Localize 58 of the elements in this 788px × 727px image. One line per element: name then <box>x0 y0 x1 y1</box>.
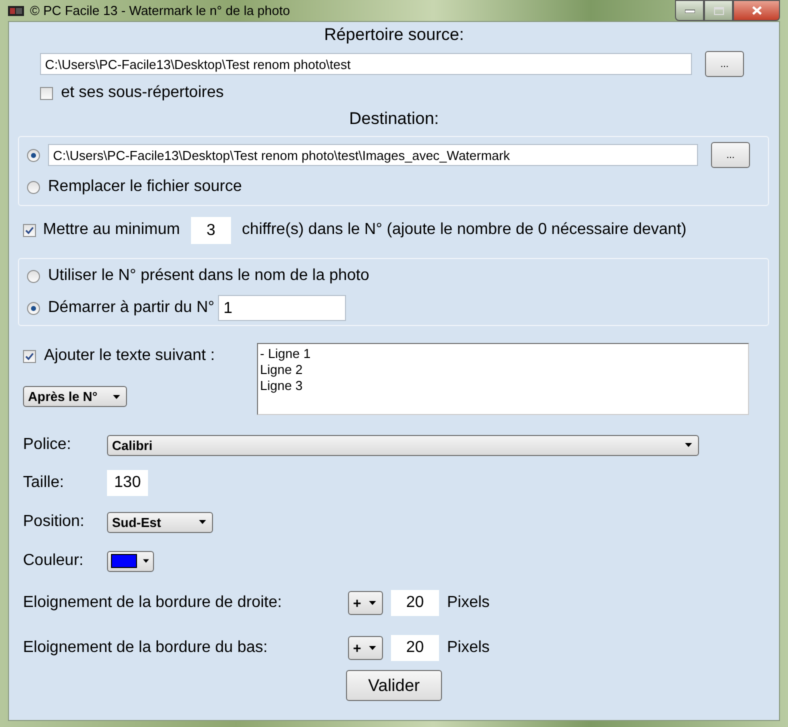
section-heading: Répertoire source: <box>324 25 464 45</box>
radio-button[interactable] <box>27 302 40 314</box>
size-field[interactable]: 130 <box>107 470 148 496</box>
field-label: Eloignement de la bordure du bas: <box>23 638 269 656</box>
field-label: Police: <box>23 436 72 454</box>
checkbox-label: Mettre au minimum <box>43 221 180 239</box>
field-label: Position: <box>23 513 86 531</box>
checkbox-label: Ajouter le texte suivant : <box>44 347 215 365</box>
offset-field[interactable]: 20 <box>391 634 439 660</box>
app-icon <box>8 6 24 16</box>
text-line: - Ligne 1 <box>260 346 312 362</box>
caret-icon <box>369 646 376 650</box>
radio-button[interactable] <box>27 148 40 162</box>
close-button[interactable] <box>733 0 780 21</box>
validate-button[interactable]: Valider <box>346 670 442 701</box>
browse-button[interactable]: ... <box>705 51 744 77</box>
radio-label: Démarrer à partir du N° <box>48 299 214 317</box>
digits-field[interactable]: 3 <box>190 216 231 244</box>
text-area[interactable]: - Ligne 1 Ligne 2 Ligne 3 <box>257 343 749 415</box>
radio-label: Remplacer le fichier source <box>48 178 242 196</box>
maximize-icon <box>714 6 724 14</box>
checkbox[interactable] <box>40 86 53 100</box>
placement-dropdown[interactable]: Après le N° <box>23 386 127 407</box>
unit-label: Pixels <box>447 594 490 612</box>
close-icon <box>752 6 762 15</box>
path-field[interactable]: C:\Users\PC-Facile13\Desktop\Test renom photo\test <box>40 53 692 75</box>
color-dropdown[interactable] <box>107 550 154 572</box>
field-label: Couleur: <box>23 552 84 570</box>
radio-button[interactable] <box>27 180 40 194</box>
caret-icon <box>685 443 692 447</box>
caret-icon <box>143 559 149 563</box>
checkbox[interactable] <box>23 224 36 236</box>
text-line: Ligne 2 <box>260 362 304 378</box>
radio-label: Utiliser le N° présent dans le nom de la photo <box>48 267 370 285</box>
field-label: Eloignement de la bordure de droite: <box>23 594 283 612</box>
checkbox-label: et ses sous-répertoires <box>61 84 224 102</box>
maximize-button[interactable] <box>704 0 733 21</box>
start-number-field[interactable]: 1 <box>218 295 346 321</box>
field-label: Taille: <box>23 474 65 492</box>
minimize-icon <box>684 8 694 12</box>
radio-button[interactable] <box>27 270 40 282</box>
browse-button[interactable]: ... <box>711 142 750 168</box>
sign-dropdown[interactable]: + <box>348 636 383 660</box>
caret-icon <box>369 600 376 604</box>
sign-dropdown[interactable]: + <box>348 590 383 614</box>
caret-icon <box>113 394 120 398</box>
window-title: © PC Facile 13 - Watermark le n° de la photo <box>30 3 290 18</box>
section-heading: Destination: <box>349 109 439 129</box>
path-field[interactable]: C:\Users\PC-Facile13\Desktop\Test renom photo\test\Images_avec_Watermark <box>48 144 698 166</box>
unit-label: Pixels <box>447 638 490 656</box>
font-dropdown[interactable]: Calibri <box>107 434 699 456</box>
field-label: chiffre(s) dans le N° (ajoute le nombre de 0 nécessaire devant) <box>242 221 686 239</box>
offset-field[interactable]: 20 <box>391 590 439 616</box>
caret-icon <box>199 520 206 524</box>
position-dropdown[interactable]: Sud-Est <box>107 512 213 532</box>
text-line: Ligne 3 <box>260 378 304 394</box>
checkbox[interactable] <box>23 350 36 362</box>
minimize-button[interactable] <box>675 0 704 21</box>
